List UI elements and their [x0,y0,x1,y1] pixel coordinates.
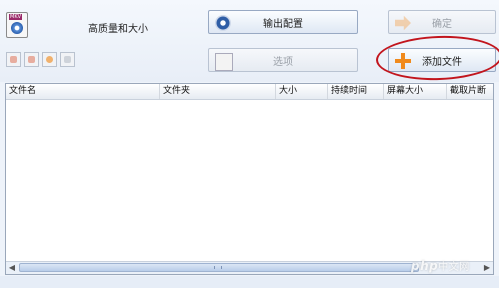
output-config-button[interactable]: 输出配置 [208,10,358,34]
app-icon: MKV [6,12,28,38]
watermark-text: php [411,259,439,273]
tool-button-2[interactable] [24,52,39,67]
scrollbar-thumb[interactable] [19,263,419,272]
column-header-size[interactable]: 大小 [276,84,328,99]
column-header-duration[interactable]: 持续时间 [328,84,384,99]
info-icon [64,56,71,63]
tool-button-3[interactable] [42,52,57,67]
options-icon [215,53,233,71]
app-icon-badge: MKV [9,14,23,20]
table-header: 文件名 文件夹 大小 持续时间 屏幕大小 截取片断 [6,84,493,100]
output-config-label: 输出配置 [263,18,303,30]
options-button[interactable]: 选项 [208,48,358,72]
toolbar-area: MKV 高质量和大小 输出配置 确定 选项 添加文件 [0,0,499,83]
play-icon [46,56,53,63]
column-header-folder[interactable]: 文件夹 [160,84,276,99]
delete-icon [28,56,35,63]
column-header-screen-size[interactable]: 屏幕大小 [384,84,447,99]
column-header-filename[interactable]: 文件名 [6,84,160,99]
watermark: php中文网 [411,258,493,274]
status-bar [0,276,499,288]
add-file-button[interactable]: 添加文件 [388,48,496,72]
add-file-label: 添加文件 [422,56,462,68]
confirm-label: 确定 [432,18,452,30]
column-header-clip[interactable]: 截取片断 [447,84,493,99]
scroll-left-icon[interactable]: ◀ [6,262,18,273]
tool-button-1[interactable] [6,52,21,67]
options-label: 选项 [273,56,293,68]
file-list-table[interactable]: 文件名 文件夹 大小 持续时间 屏幕大小 截取片断 ◀ ▶ [5,83,494,275]
profile-label: 高质量和大小 [88,24,148,35]
gear-icon [215,15,231,31]
confirm-button[interactable]: 确定 [388,10,496,34]
small-toolbar [6,52,75,67]
plus-icon [395,53,411,69]
watermark-suffix: 中文网 [438,262,470,273]
tool-button-4[interactable] [60,52,75,67]
film-reel-icon [11,22,23,34]
grip-icon [214,266,222,269]
clip-icon [10,56,17,63]
arrow-right-icon [395,15,411,31]
